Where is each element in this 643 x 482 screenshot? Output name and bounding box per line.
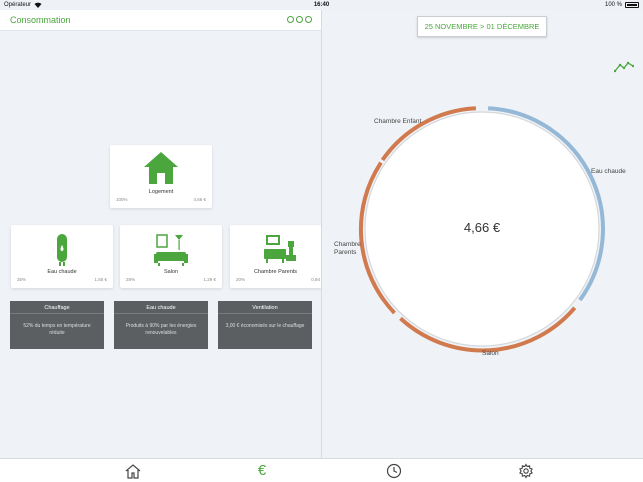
card-salon[interactable]: Salon 28% 1,29 € (120, 225, 222, 288)
page-title: Consommation (10, 15, 71, 25)
euro-icon[interactable]: € (253, 463, 271, 479)
card-logement[interactable]: Logement 100% 4,66 € (110, 145, 212, 208)
label-salon: Salon (482, 350, 499, 357)
divider (218, 313, 312, 314)
card-value: 1,29 € (203, 277, 216, 282)
info-tile-text: 52% du temps en température réduite (23, 323, 91, 336)
card-label: Eau chaude (47, 269, 77, 275)
house-icon (144, 152, 178, 184)
info-tile-title: Ventilation (252, 305, 278, 311)
sofa-icon (154, 234, 188, 266)
dot-icon (296, 16, 303, 23)
status-bar: Opérateur 16:40 100 % (0, 0, 643, 10)
info-tile-text: 3,00 € économisés sur le chauffage (225, 323, 305, 329)
card-percent: 20% (236, 277, 246, 282)
tab-bar: € (0, 458, 643, 482)
info-tile-ventilation[interactable]: Ventilation 3,00 € économisés sur le cha… (218, 301, 312, 349)
divider (10, 313, 104, 314)
divider (114, 313, 208, 314)
battery-label: 100 % (604, 2, 622, 8)
water-heater-icon (57, 234, 67, 266)
label-chambre-parents-line2: Parents (334, 249, 357, 256)
label-chambre-enfant: Chambre Enfant (374, 118, 422, 125)
breakdown-panel: 25 NOVEMBRE > 01 DÉCEMBRE Chambre Enfant… (322, 10, 643, 458)
label-chambre-parents-line1: Chambre (334, 241, 361, 248)
card-value: 1,65 € (94, 277, 107, 282)
label-eau-chaude: Eau chaude (591, 168, 626, 175)
card-value: 0,94 (311, 277, 320, 282)
bed-icon (264, 235, 296, 263)
card-label: Logement (148, 189, 174, 195)
info-tile-title: Chauffage (44, 305, 70, 311)
clock-label: 16:40 (313, 2, 330, 8)
clock-icon[interactable] (385, 463, 403, 479)
card-label: Salon (163, 269, 179, 275)
gear-icon[interactable] (517, 463, 535, 479)
card-label: Chambre Parents (253, 269, 298, 275)
info-tile-eau-chaude[interactable]: Eau chaude Produits à 90% par les énergi… (114, 301, 208, 349)
panel-header: Consommation (0, 10, 321, 31)
more-options-button[interactable] (287, 16, 312, 23)
card-eau-chaude[interactable]: Eau chaude 35% 1,65 € (11, 225, 113, 288)
card-value: 4,66 € (193, 197, 206, 202)
home-icon[interactable] (124, 463, 142, 479)
consumption-panel: Consommation Logement 100% 4,66 € Eau ch… (0, 10, 321, 458)
info-tile-chauffage[interactable]: Chauffage 52% du temps en température ré… (10, 301, 104, 349)
battery-icon (625, 2, 639, 8)
card-chambre-parents[interactable]: Chambre Parents 20% 0,94 (230, 225, 321, 288)
card-percent: 100% (116, 197, 128, 202)
dot-icon (305, 16, 312, 23)
dot-icon (287, 16, 294, 23)
info-tile-text: Produits à 90% par les énergies renouvel… (125, 323, 197, 336)
info-tile-title: Eau chaude (146, 305, 176, 311)
total-value: 4,66 € (463, 220, 501, 235)
card-percent: 35% (17, 277, 27, 282)
card-percent: 28% (126, 277, 136, 282)
